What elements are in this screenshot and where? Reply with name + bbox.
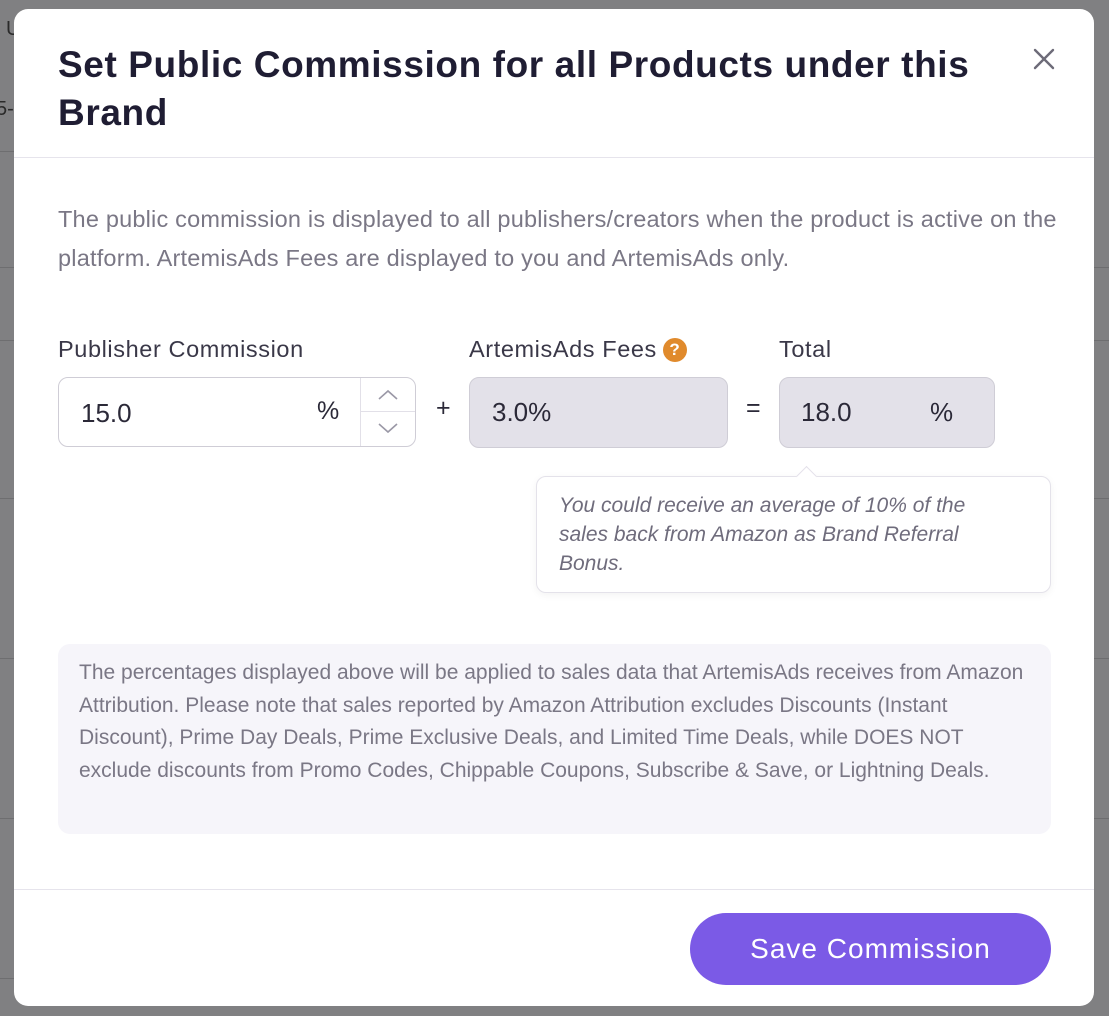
publisher-commission-input[interactable] [79, 378, 283, 448]
close-icon [1033, 48, 1055, 70]
plus-operator: + [436, 394, 451, 422]
modal-header: Set Public Commission for all Products u… [14, 9, 1094, 158]
percent-suffix: % [317, 397, 340, 425]
background-divider [1094, 340, 1109, 341]
background-divider [0, 818, 14, 819]
background-divider [0, 658, 14, 659]
background-divider [0, 151, 14, 152]
background-divider [0, 340, 14, 341]
commission-stepper [360, 378, 415, 446]
increment-button[interactable] [361, 378, 415, 412]
close-button[interactable] [1030, 45, 1058, 73]
background-divider [1094, 267, 1109, 268]
total-percent-suffix: % [930, 397, 954, 427]
artemis-fees-label-text: ArtemisAds Fees [469, 336, 657, 362]
background-divider [0, 267, 14, 268]
commission-modal: Set Public Commission for all Products u… [14, 9, 1094, 1006]
info-note-text: The percentages displayed above will be … [79, 661, 1024, 782]
artemis-fees-field: 3.0% [469, 377, 728, 448]
total-label: Total [779, 336, 832, 362]
info-note: The percentages displayed above will be … [58, 644, 1051, 834]
background-divider [1094, 658, 1109, 659]
modal-footer: Save Commission [14, 889, 1094, 1006]
artemis-fees-value: 3.0% [492, 397, 552, 427]
referral-bonus-tooltip: You could receive an average of 10% of t… [536, 465, 1051, 593]
total-value: 18.0 [801, 397, 852, 427]
modal-title: Set Public Commission for all Products u… [58, 44, 970, 133]
total-field: 18.0 % [779, 377, 995, 448]
publisher-commission-field: % [58, 377, 416, 448]
publisher-commission-label: Publisher Commission [58, 336, 304, 362]
background-divider [0, 978, 14, 979]
save-commission-button[interactable]: Save Commission [690, 913, 1051, 985]
chevron-up-icon [378, 389, 398, 400]
decrement-button[interactable] [361, 412, 415, 446]
tooltip-text: You could receive an average of 10% of t… [559, 494, 966, 575]
equals-operator: = [746, 394, 761, 422]
chevron-down-icon [378, 423, 398, 434]
question-circle-icon[interactable]: ? [662, 338, 687, 362]
modal-description: The public commission is displayed to al… [58, 206, 1057, 271]
background-divider [0, 498, 14, 499]
tooltip-arrow [795, 465, 818, 488]
background-divider [1094, 818, 1109, 819]
background-divider [1094, 498, 1109, 499]
artemis-fees-label: ArtemisAds Fees? [469, 334, 687, 364]
background-text-fragment: 5- [0, 98, 14, 120]
